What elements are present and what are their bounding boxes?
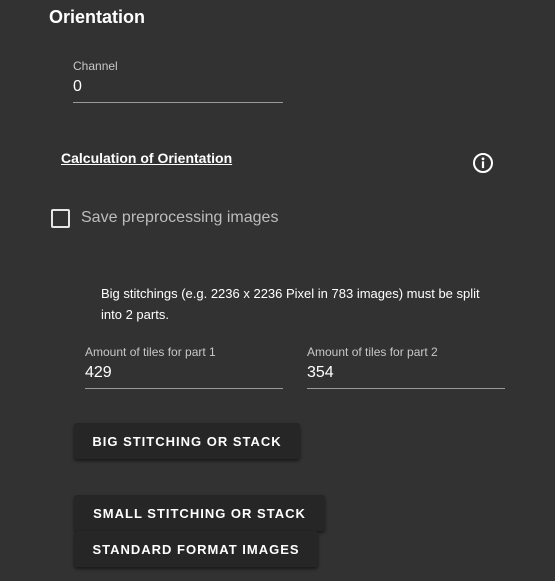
section-title: Orientation	[49, 7, 146, 27]
info-icon[interactable]	[472, 152, 494, 174]
part2-tiles-input[interactable]: 354	[307, 364, 334, 382]
channel-label: Channel	[73, 59, 118, 73]
calculation-of-orientation-link[interactable]: Calculation of Orientation	[61, 150, 232, 166]
part2-tiles-underline	[307, 388, 505, 389]
small-stitching-button[interactable]: SMALL STITCHING OR STACK	[74, 495, 325, 531]
part2-tiles-label: Amount of tiles for part 2	[307, 345, 438, 359]
part1-tiles-input[interactable]: 429	[85, 364, 112, 382]
save-preprocessing-checkbox[interactable]	[51, 209, 70, 228]
part1-tiles-underline	[85, 388, 283, 389]
save-preprocessing-label[interactable]: Save preprocessing images	[81, 209, 278, 227]
part1-tiles-label: Amount of tiles for part 1	[85, 345, 216, 359]
big-stitching-button[interactable]: BIG STITCHING OR STACK	[74, 423, 300, 459]
big-stitching-message: Big stitchings (e.g. 2236 x 2236 Pixel i…	[101, 286, 480, 322]
channel-input[interactable]: 0	[73, 78, 82, 96]
standard-format-button[interactable]: STANDARD FORMAT IMAGES	[74, 531, 318, 567]
channel-underline	[73, 102, 283, 103]
